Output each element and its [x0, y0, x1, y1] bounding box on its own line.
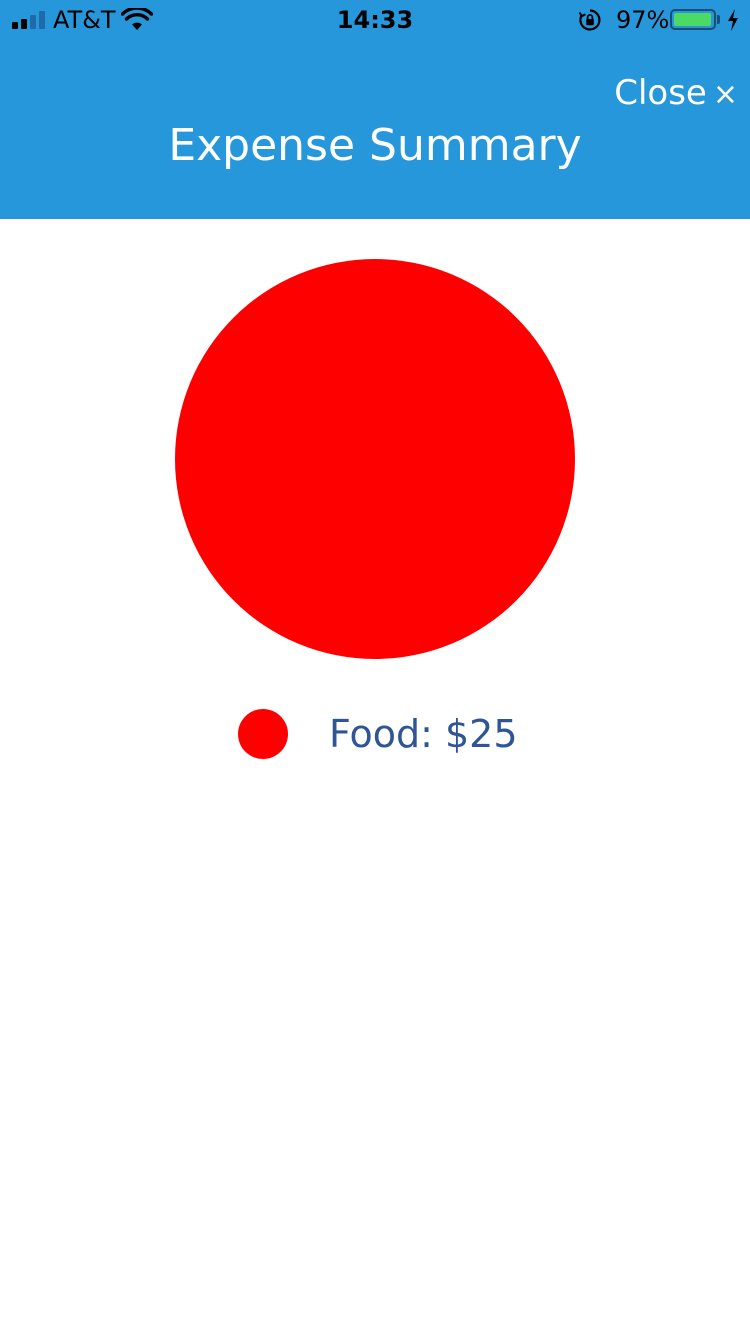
orientation-lock-icon	[578, 9, 601, 31]
status-bar: AT&T 14:33 97%	[0, 0, 750, 40]
charging-icon	[728, 9, 738, 31]
close-icon: ×	[712, 77, 738, 112]
pie-chart	[175, 259, 575, 659]
expense-summary-screen: AT&T 14:33 97% Close × Expense Summary F…	[0, 0, 750, 1334]
page-title: Expense Summary	[168, 120, 582, 171]
legend-label: Food: $25	[329, 712, 518, 756]
header: AT&T 14:33 97% Close × Expense Summary	[0, 0, 750, 219]
close-button[interactable]: Close ×	[614, 72, 738, 116]
battery-percent: 97%	[616, 6, 670, 34]
battery-icon	[670, 9, 716, 30]
close-button-label: Close	[614, 73, 707, 113]
pie-slice-food	[175, 259, 575, 659]
battery-tip	[717, 15, 720, 24]
legend-swatch	[238, 709, 288, 759]
